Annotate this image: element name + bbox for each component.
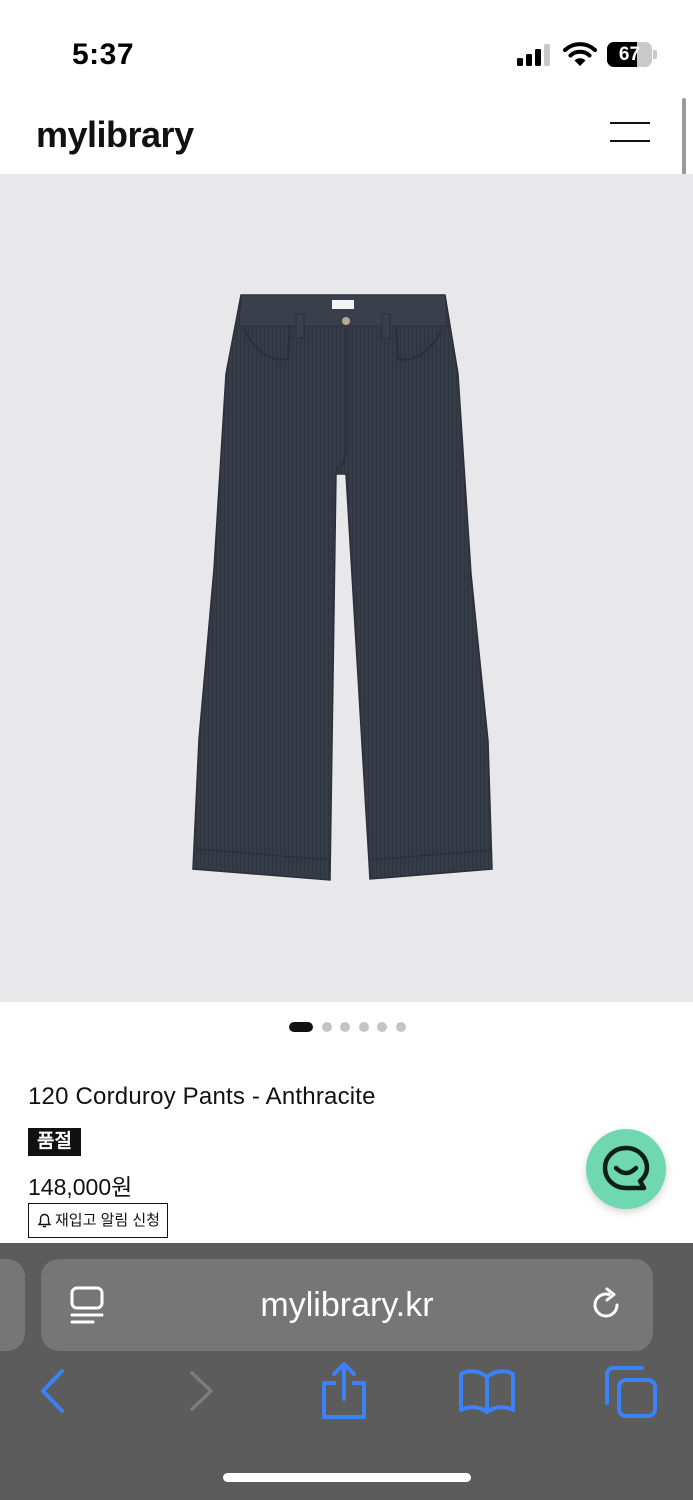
restock-alert-button[interactable]: 재입고 알림 신청 xyxy=(28,1203,168,1238)
battery-percent: 67 xyxy=(618,44,641,65)
status-badge: 품절 xyxy=(28,1128,81,1156)
status-time: 5:37 xyxy=(72,38,135,71)
home-indicator xyxy=(223,1473,471,1482)
carousel-dot[interactable] xyxy=(358,1022,369,1032)
address-bar[interactable]: mylibrary.kr xyxy=(41,1259,653,1351)
carousel-dot[interactable] xyxy=(289,1022,313,1032)
restock-button-label: 재입고 알림 신청 xyxy=(55,1211,160,1229)
product-price: 148,000원 xyxy=(28,1174,133,1200)
carousel-dot[interactable] xyxy=(377,1022,387,1032)
battery-icon: 67 xyxy=(607,42,657,67)
bell-icon xyxy=(37,1213,52,1228)
browser-toolbar: mylibrary.kr xyxy=(0,1243,693,1500)
carousel-dot[interactable] xyxy=(395,1022,406,1032)
chat-button[interactable] xyxy=(586,1129,666,1209)
status-bar: 5:37 67 xyxy=(0,0,693,100)
hamburger-menu-icon[interactable] xyxy=(610,122,650,144)
forward-icon[interactable] xyxy=(178,1367,226,1415)
previous-tab-peek[interactable] xyxy=(0,1259,25,1351)
pants-illustration xyxy=(192,294,493,881)
tabs-icon[interactable] xyxy=(604,1365,658,1419)
bookmarks-icon[interactable] xyxy=(457,1367,517,1415)
site-logo[interactable]: mylibrary xyxy=(36,114,194,156)
product-image[interactable] xyxy=(0,174,693,1002)
product-title: 120 Corduroy Pants - Anthracite xyxy=(28,1083,376,1110)
cellular-signal-icon xyxy=(517,44,553,66)
carousel-dot[interactable] xyxy=(321,1022,332,1032)
back-icon[interactable] xyxy=(30,1367,78,1415)
wifi-icon xyxy=(563,42,597,66)
url-text: mylibrary.kr xyxy=(260,1286,434,1324)
carousel-dot[interactable] xyxy=(340,1022,350,1032)
reload-icon[interactable] xyxy=(589,1287,625,1323)
share-icon[interactable] xyxy=(319,1361,369,1421)
carousel-dots[interactable] xyxy=(0,1020,693,1034)
site-header: mylibrary xyxy=(0,100,693,174)
chat-smile-icon xyxy=(602,1145,650,1191)
